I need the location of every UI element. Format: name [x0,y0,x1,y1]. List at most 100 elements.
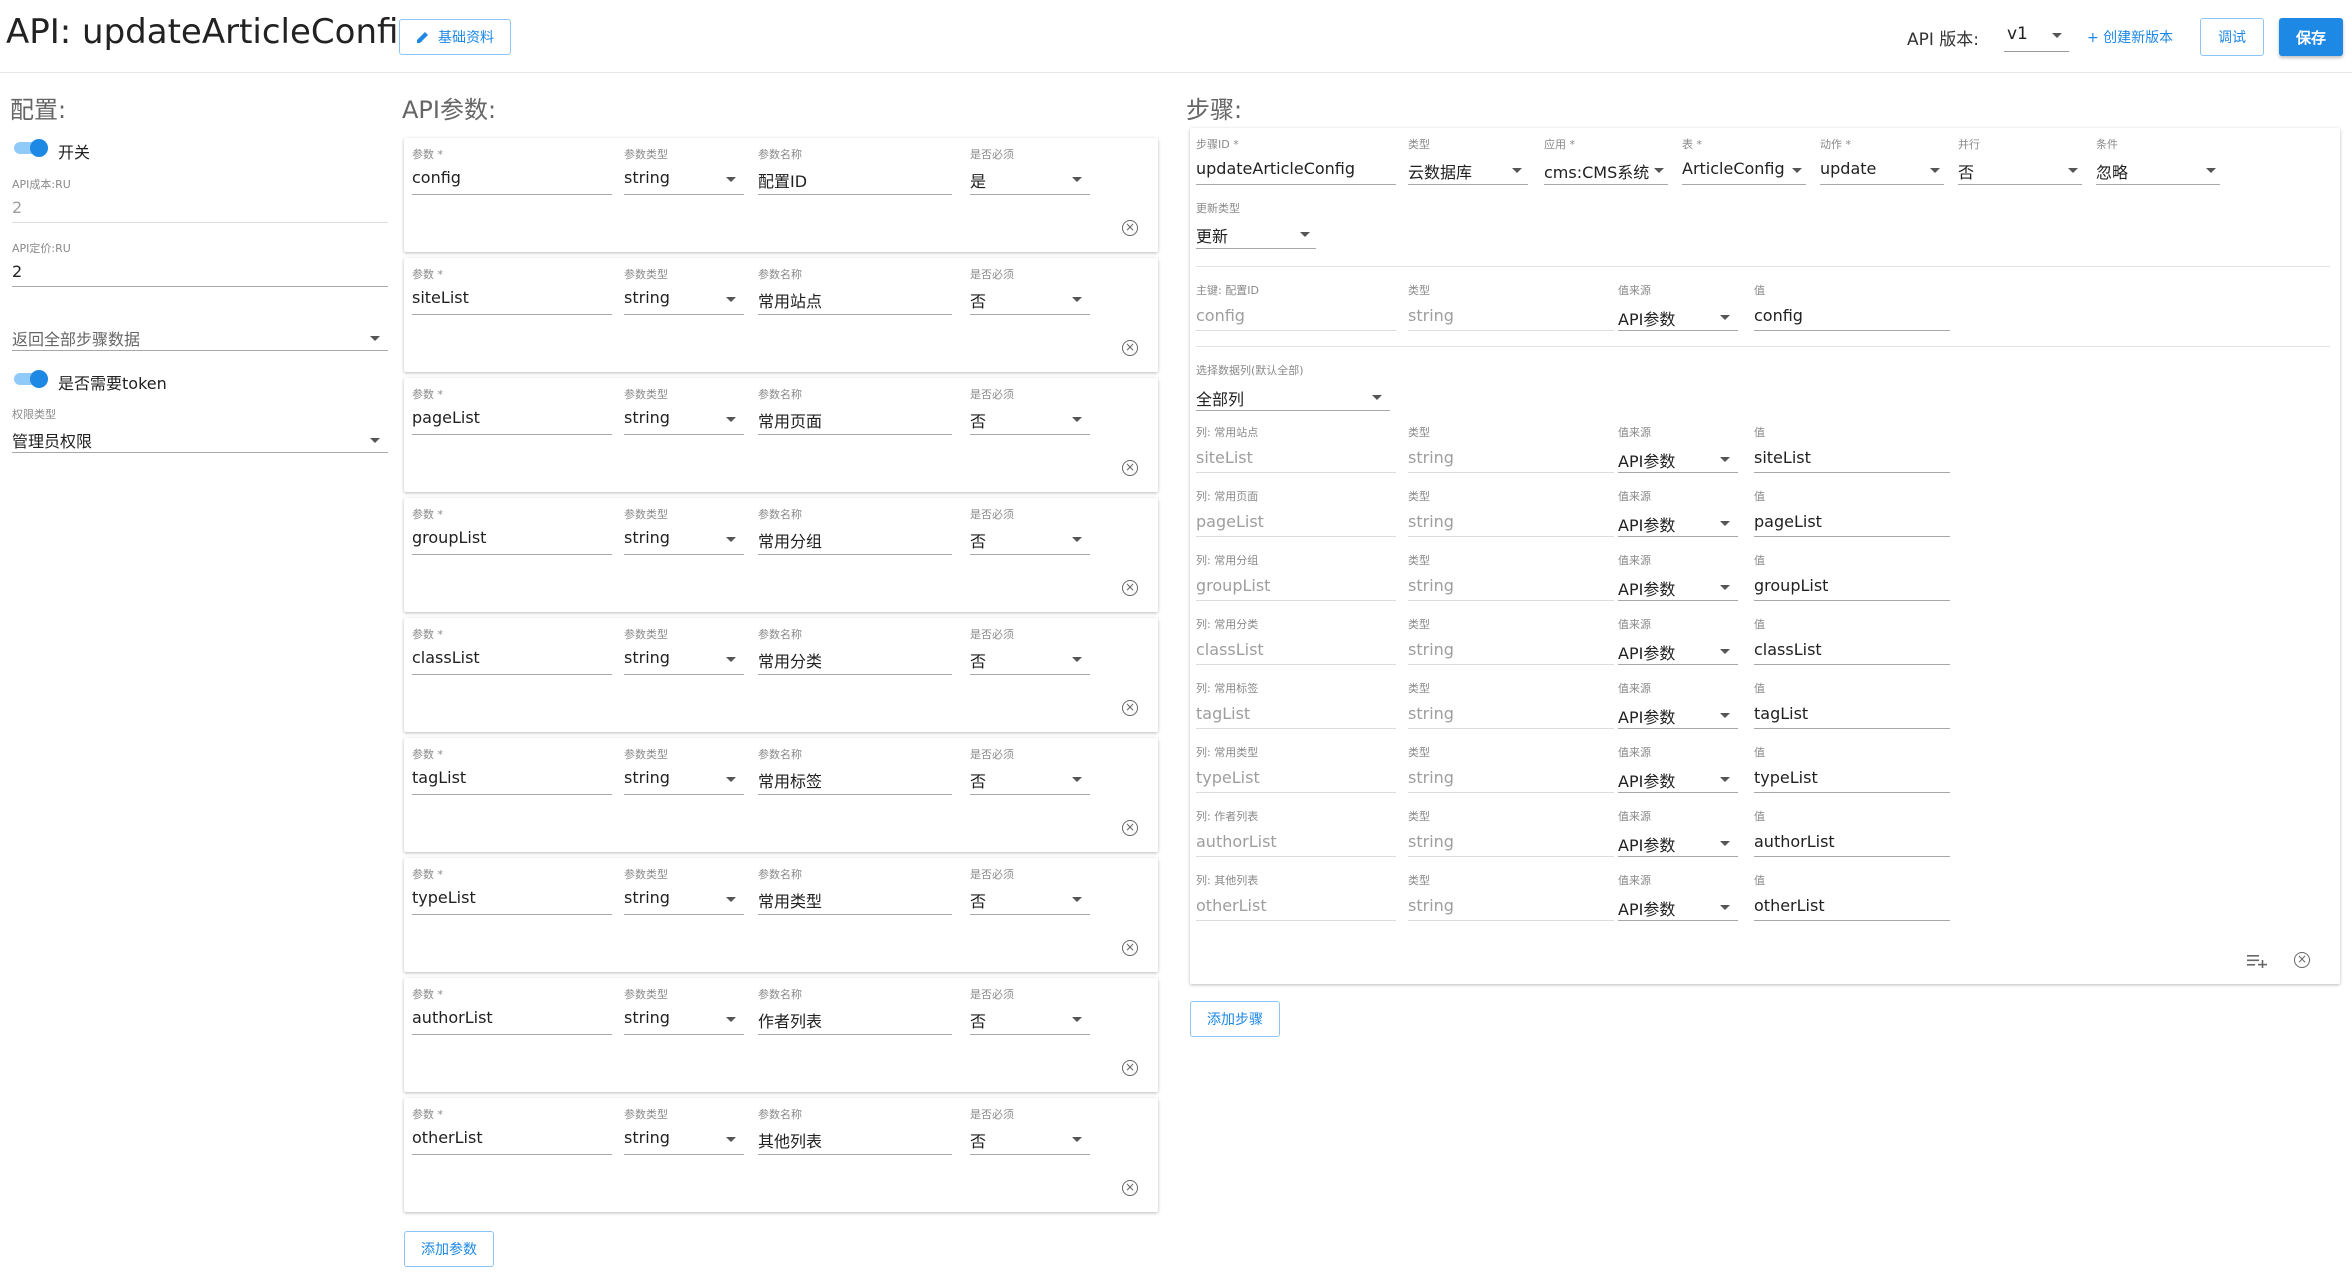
step-table-select[interactable]: ArticleConfig [1682,159,1785,178]
token-toggle[interactable] [12,370,48,388]
key-source-select[interactable]: API参数 [1618,306,1675,330]
param-name-input[interactable]: siteList [412,288,469,307]
param-required-select[interactable]: 否 [970,1008,986,1032]
param-desc-input[interactable]: 作者列表 [758,1008,822,1032]
param-desc-label: 参数名称 [758,748,802,761]
cost-label: API成本:RU [12,178,71,191]
permission-select[interactable]: 管理员权限 [12,428,92,452]
param-name-label: 参数 * [412,748,443,761]
close-icon[interactable]: × [1122,580,1138,596]
step-condition-select[interactable]: 忽略 [2096,159,2128,183]
step-parallel-select[interactable]: 否 [1958,159,1974,183]
param-required-select[interactable]: 否 [970,648,986,672]
param-desc-input[interactable]: 其他列表 [758,1128,822,1152]
step-app-select[interactable]: cms:CMS系统 [1544,159,1649,183]
close-icon[interactable]: × [1122,940,1138,956]
param-required-select[interactable]: 否 [970,288,986,312]
column-source-select[interactable]: API参数 [1618,448,1675,472]
column-value-input[interactable]: authorList [1754,832,1835,851]
add-row-icon[interactable] [2246,952,2268,968]
step-id-input[interactable]: updateArticleConfig [1196,159,1355,178]
column-label: 列: 其他列表 [1196,874,1259,887]
param-required-select[interactable]: 是 [970,168,986,192]
add-param-button[interactable]: 添加参数 [404,1231,494,1267]
price-input[interactable]: 2 [12,262,22,281]
debug-button[interactable]: 调试 [2200,18,2264,56]
key-col-value: config [1196,306,1245,325]
column-value-label: 值 [1754,554,1765,567]
column-value-input[interactable]: typeList [1754,768,1818,787]
param-type-select[interactable]: string [624,288,670,307]
column-value-input[interactable]: classList [1754,640,1822,659]
price-underline [12,286,388,287]
api-version-label: API 版本: [1907,30,1980,50]
param-name-input[interactable]: typeList [412,888,476,907]
return-all-select[interactable]: 返回全部步骤数据 [12,326,140,350]
close-icon[interactable]: × [1122,700,1138,716]
param-name-input[interactable]: tagList [412,768,466,787]
param-required-select[interactable]: 否 [970,1128,986,1152]
param-type-select[interactable]: string [624,1128,670,1147]
param-desc-label: 参数名称 [758,388,802,401]
column-source-select[interactable]: API参数 [1618,768,1675,792]
close-icon[interactable]: × [1122,460,1138,476]
column-source-select[interactable]: API参数 [1618,512,1675,536]
param-desc-input[interactable]: 配置ID [758,168,807,192]
column-source-select[interactable]: API参数 [1618,896,1675,920]
param-desc-input[interactable]: 常用分组 [758,528,822,552]
column-source-select[interactable]: API参数 [1618,576,1675,600]
create-version-link[interactable]: + 创建新版本 [2087,27,2173,47]
param-type-select[interactable]: string [624,528,670,547]
param-required-select[interactable]: 否 [970,768,986,792]
param-type-select[interactable]: string [624,888,670,907]
add-step-button[interactable]: 添加步骤 [1190,1001,1280,1037]
param-name-input[interactable]: classList [412,648,480,667]
api-version-select[interactable]: v1 [2004,18,2069,52]
close-icon[interactable]: × [1122,1060,1138,1076]
column-value-input[interactable]: siteList [1754,448,1811,467]
param-type-select[interactable]: string [624,768,670,787]
step-type-select[interactable]: 云数据库 [1408,159,1472,183]
param-desc-input[interactable]: 常用站点 [758,288,822,312]
param-type-select[interactable]: string [624,168,670,187]
param-name-input[interactable]: config [412,168,461,187]
param-name-input[interactable]: groupList [412,528,486,547]
column-value-input[interactable]: tagList [1754,704,1808,723]
column-value-input[interactable]: pageList [1754,512,1822,531]
param-name-input[interactable]: authorList [412,1008,493,1027]
close-icon[interactable]: × [1122,820,1138,836]
param-desc-input[interactable]: 常用页面 [758,408,822,432]
param-desc-input[interactable]: 常用标签 [758,768,822,792]
key-value-input[interactable]: config [1754,306,1803,325]
close-icon[interactable]: × [1122,1180,1138,1196]
param-required-select[interactable]: 否 [970,408,986,432]
select-columns-select[interactable]: 全部列 [1196,386,1244,410]
param-name-input[interactable]: pageList [412,408,480,427]
column-source-select[interactable]: API参数 [1618,832,1675,856]
save-button[interactable]: 保存 [2279,18,2343,56]
column-source-select[interactable]: API参数 [1618,704,1675,728]
param-required-underline [970,1034,1090,1035]
param-type-select[interactable]: string [624,1008,670,1027]
basic-info-button[interactable]: 基础资料 [399,19,511,55]
pencil-icon [417,32,428,43]
param-name-label: 参数 * [412,268,443,281]
enable-toggle[interactable] [12,139,48,157]
close-icon[interactable]: × [2294,952,2310,968]
step-type-underline [1408,184,1528,185]
step-action-select[interactable]: update [1820,159,1876,178]
param-type-select[interactable]: string [624,648,670,667]
param-type-select[interactable]: string [624,408,670,427]
param-desc-input[interactable]: 常用类型 [758,888,822,912]
close-icon[interactable]: × [1122,220,1138,236]
column-value-input[interactable]: otherList [1754,896,1825,915]
param-name-label: 参数 * [412,628,443,641]
param-name-input[interactable]: otherList [412,1128,483,1147]
param-required-select[interactable]: 否 [970,888,986,912]
column-source-select[interactable]: API参数 [1618,640,1675,664]
close-icon[interactable]: × [1122,340,1138,356]
column-value-input[interactable]: groupList [1754,576,1828,595]
param-desc-input[interactable]: 常用分类 [758,648,822,672]
update-type-select[interactable]: 更新 [1196,223,1228,247]
param-required-select[interactable]: 否 [970,528,986,552]
